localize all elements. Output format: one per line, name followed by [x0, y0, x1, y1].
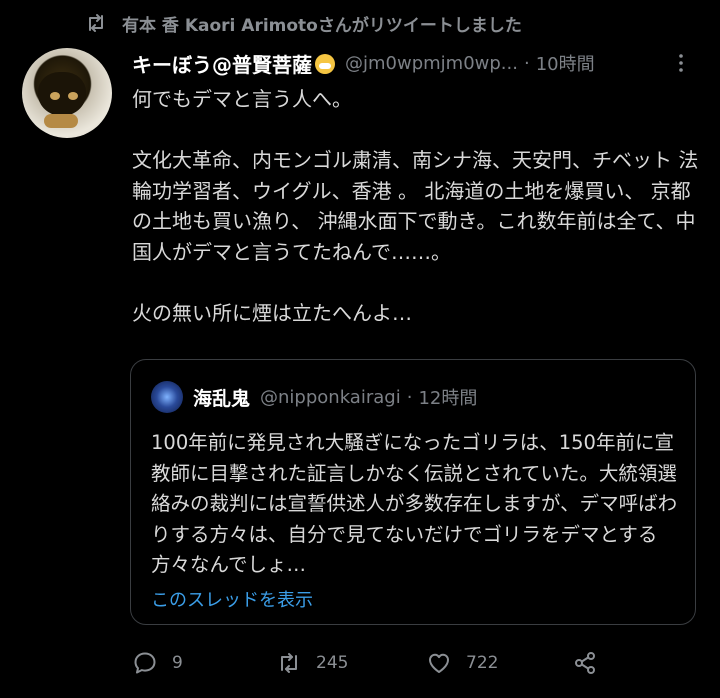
separator-dot: ·: [523, 52, 530, 74]
retweet-header[interactable]: 有本 香 Kaori Arimotoさんがリツイートしました: [84, 10, 522, 36]
quote-handle: @nipponkairagi: [260, 386, 401, 408]
quote-text: 100年前に発見され大騒ぎになったゴリラは、150年前に宣教師に目撃された証言し…: [151, 431, 678, 576]
heart-icon: [429, 653, 449, 673]
reply-icon: [134, 652, 156, 674]
quote-time: 12時間: [418, 388, 478, 409]
retweet-header-text: 有本 香 Kaori Arimotoさんがリツイートしました: [122, 15, 522, 36]
retweet-button[interactable]: 245: [276, 646, 348, 680]
like-count: 722: [466, 653, 499, 673]
retweet-count: 245: [316, 653, 349, 673]
reply-count: 9: [172, 653, 183, 673]
more-options-icon[interactable]: [670, 52, 692, 74]
reply-button[interactable]: 9: [132, 646, 183, 680]
retweet-action-icon: [281, 653, 297, 673]
avatar[interactable]: [22, 48, 112, 138]
share-button[interactable]: [572, 646, 612, 680]
share-icon: [575, 652, 595, 674]
show-thread-link[interactable]: このスレッドを表示: [151, 586, 313, 612]
tweet-actions: 9 245 722: [132, 646, 612, 680]
author-handle[interactable]: @jm0wpmjm0wp...: [345, 53, 518, 74]
quote-separator-dot: ·: [406, 386, 413, 408]
timeline-page: 有本 香 Kaori Arimotoさんがリツイートしました キーぼう@普賢菩薩…: [0, 0, 720, 698]
grimacing-face-emoji-icon: [315, 54, 335, 74]
tweet-time[interactable]: 10時間: [536, 50, 595, 76]
quote-avatar: [151, 381, 183, 413]
retweet-icon: [89, 14, 103, 32]
quote-author-row: 海乱鬼 @nipponkairagi · 12時間: [151, 380, 477, 414]
quote-display-name: 海乱鬼: [193, 387, 251, 410]
quote-tweet-card[interactable]: 海乱鬼 @nipponkairagi · 12時間 100年前に発見され大騒ぎに…: [130, 359, 696, 625]
tweet-text: 何でもデマと言う人へ。 文化大革命、内モンゴル粛清、南シナ海、天安門、チベット …: [132, 87, 699, 325]
author-display-name[interactable]: キーぼう@普賢菩薩: [132, 49, 312, 78]
like-button[interactable]: 722: [426, 646, 498, 680]
tweet-author-row: キーぼう@普賢菩薩 @jm0wpmjm0wp... · 10時間: [132, 48, 692, 78]
